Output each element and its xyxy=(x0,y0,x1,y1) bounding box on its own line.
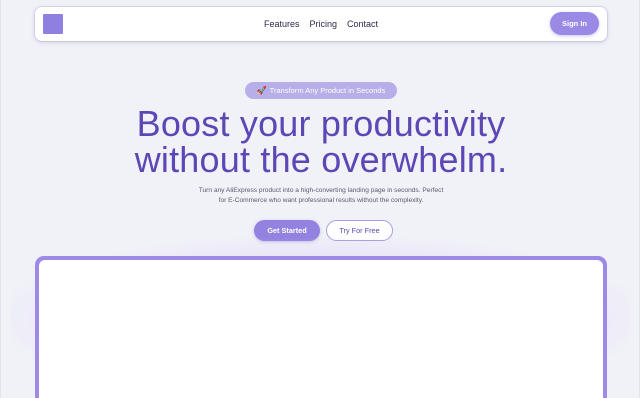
hero-subtext: Turn any AliExpress product into a high-… xyxy=(171,186,471,206)
nav-links: Features Pricing Contact xyxy=(35,7,607,41)
hero-subtext-line2: for E-Commerce who want professional res… xyxy=(218,197,424,204)
hero-subtext-line1: Turn any AliExpress product into a high-… xyxy=(198,187,444,194)
hero-headline-line1: Boost your productivity xyxy=(136,103,506,144)
hero-headline-line2: without the overwhelm. xyxy=(134,139,508,180)
nav-link-contact[interactable]: Contact xyxy=(347,17,378,31)
product-preview-panel xyxy=(39,260,603,398)
landing-page: Features Pricing Contact Sign In 🚀 Trans… xyxy=(0,0,640,398)
nav-link-pricing[interactable]: Pricing xyxy=(309,17,337,31)
hero-badge: 🚀 Transform Any Product in Seconds xyxy=(245,82,397,99)
top-navbar: Features Pricing Contact Sign In xyxy=(35,7,607,41)
rocket-icon: 🚀 xyxy=(256,85,267,95)
product-preview-frame xyxy=(35,256,607,398)
logo[interactable] xyxy=(43,14,63,34)
hero-badge-text: Transform Any Product in Seconds xyxy=(269,86,386,95)
nav-link-features[interactable]: Features xyxy=(264,17,300,31)
sign-in-button[interactable]: Sign In xyxy=(550,12,599,35)
